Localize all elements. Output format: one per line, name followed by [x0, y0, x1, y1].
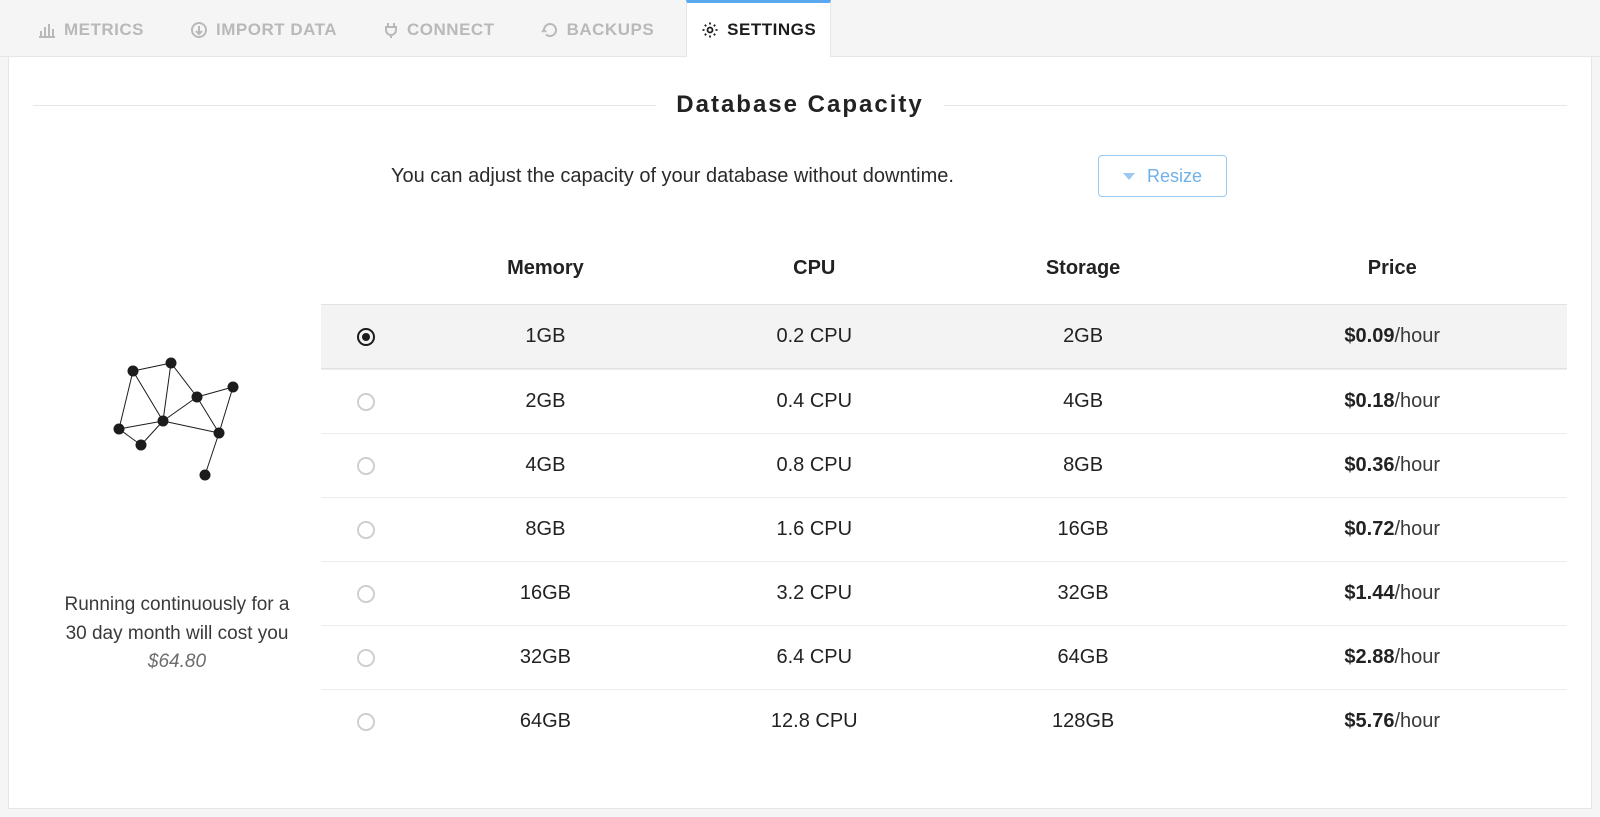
tier-price: $0.09/hour: [1218, 325, 1567, 348]
radio[interactable]: [357, 585, 375, 603]
tier-memory: 8GB: [411, 518, 680, 541]
tier-row[interactable]: 2GB 0.4 CPU 4GB $0.18/hour: [321, 369, 1567, 433]
metrics-icon: [38, 22, 56, 38]
settings-icon: [701, 21, 719, 39]
tier-row[interactable]: 32GB 6.4 CPU 64GB $2.88/hour: [321, 625, 1567, 689]
tier-table: Memory CPU Storage Price 1GB 0.2 CPU 2GB…: [321, 243, 1567, 753]
col-cpu: CPU: [680, 257, 949, 280]
tab-label: SETTINGS: [727, 20, 816, 40]
tier-storage: 16GB: [949, 518, 1218, 541]
divider: [944, 105, 1567, 106]
resize-button-label: Resize: [1147, 167, 1202, 185]
tab-label: METRICS: [64, 20, 144, 40]
tier-storage: 2GB: [949, 325, 1218, 348]
radio[interactable]: [357, 649, 375, 667]
tier-memory: 16GB: [411, 582, 680, 605]
tier-memory: 1GB: [411, 325, 680, 348]
tab-metrics[interactable]: METRICS: [24, 0, 158, 56]
col-storage: Storage: [949, 257, 1218, 280]
tier-price: $0.36/hour: [1218, 454, 1567, 477]
radio[interactable]: [357, 328, 375, 346]
monthly-cost: $64.80: [65, 648, 290, 677]
tab-bar: METRICS IMPORT DATA CONNECT BACKUPS SETT…: [0, 0, 1600, 57]
tab-settings[interactable]: SETTINGS: [686, 0, 831, 57]
radio[interactable]: [357, 521, 375, 539]
graph-icon: [97, 353, 257, 493]
tier-cpu: 6.4 CPU: [680, 646, 949, 669]
capacity-description: You can adjust the capacity of your data…: [391, 165, 954, 188]
tab-backups[interactable]: BACKUPS: [527, 0, 669, 56]
connect-icon: [383, 21, 399, 39]
tier-row[interactable]: 16GB 3.2 CPU 32GB $1.44/hour: [321, 561, 1567, 625]
radio[interactable]: [357, 393, 375, 411]
tier-cpu: 0.4 CPU: [680, 390, 949, 413]
tier-price: $0.18/hour: [1218, 390, 1567, 413]
tier-cpu: 3.2 CPU: [680, 582, 949, 605]
tab-label: BACKUPS: [567, 20, 655, 40]
section-title: Database Capacity: [676, 91, 923, 119]
chevron-down-icon: [1123, 173, 1135, 180]
tier-memory: 64GB: [411, 710, 680, 733]
tier-price: $5.76/hour: [1218, 710, 1567, 733]
tier-storage: 128GB: [949, 710, 1218, 733]
tier-price: $0.72/hour: [1218, 518, 1567, 541]
tier-row[interactable]: 64GB 12.8 CPU 128GB $5.76/hour: [321, 689, 1567, 753]
tab-import-data[interactable]: IMPORT DATA: [176, 0, 351, 56]
radio[interactable]: [357, 457, 375, 475]
tier-row[interactable]: 1GB 0.2 CPU 2GB $0.09/hour: [321, 304, 1567, 369]
resize-button[interactable]: Resize: [1098, 155, 1227, 197]
tier-table-header: Memory CPU Storage Price: [321, 243, 1567, 304]
tier-cpu: 0.2 CPU: [680, 325, 949, 348]
col-price: Price: [1218, 257, 1567, 280]
cost-caption: Running continuously for a 30 day month …: [65, 591, 290, 677]
capacity-illustration-sidebar: Running continuously for a 30 day month …: [33, 243, 321, 753]
tier-storage: 32GB: [949, 582, 1218, 605]
tier-row[interactable]: 8GB 1.6 CPU 16GB $0.72/hour: [321, 497, 1567, 561]
tab-label: IMPORT DATA: [216, 20, 337, 40]
tier-storage: 8GB: [949, 454, 1218, 477]
settings-panel: Database Capacity You can adjust the cap…: [8, 57, 1592, 809]
tier-storage: 64GB: [949, 646, 1218, 669]
section-heading: Database Capacity: [33, 91, 1567, 119]
tier-cpu: 12.8 CPU: [680, 710, 949, 733]
tier-memory: 32GB: [411, 646, 680, 669]
tab-connect[interactable]: CONNECT: [369, 0, 509, 56]
tier-price: $1.44/hour: [1218, 582, 1567, 605]
backups-icon: [541, 21, 559, 39]
tier-cpu: 0.8 CPU: [680, 454, 949, 477]
cost-caption-line2: 30 day month will cost you: [66, 623, 289, 644]
col-memory: Memory: [411, 257, 680, 280]
cost-caption-line1: Running continuously for a: [65, 594, 290, 615]
radio[interactable]: [357, 713, 375, 731]
tab-label: CONNECT: [407, 20, 495, 40]
tier-memory: 4GB: [411, 454, 680, 477]
tier-price: $2.88/hour: [1218, 646, 1567, 669]
divider: [33, 105, 656, 106]
tier-storage: 4GB: [949, 390, 1218, 413]
tier-cpu: 1.6 CPU: [680, 518, 949, 541]
tier-row[interactable]: 4GB 0.8 CPU 8GB $0.36/hour: [321, 433, 1567, 497]
tier-memory: 2GB: [411, 390, 680, 413]
import-icon: [190, 21, 208, 39]
